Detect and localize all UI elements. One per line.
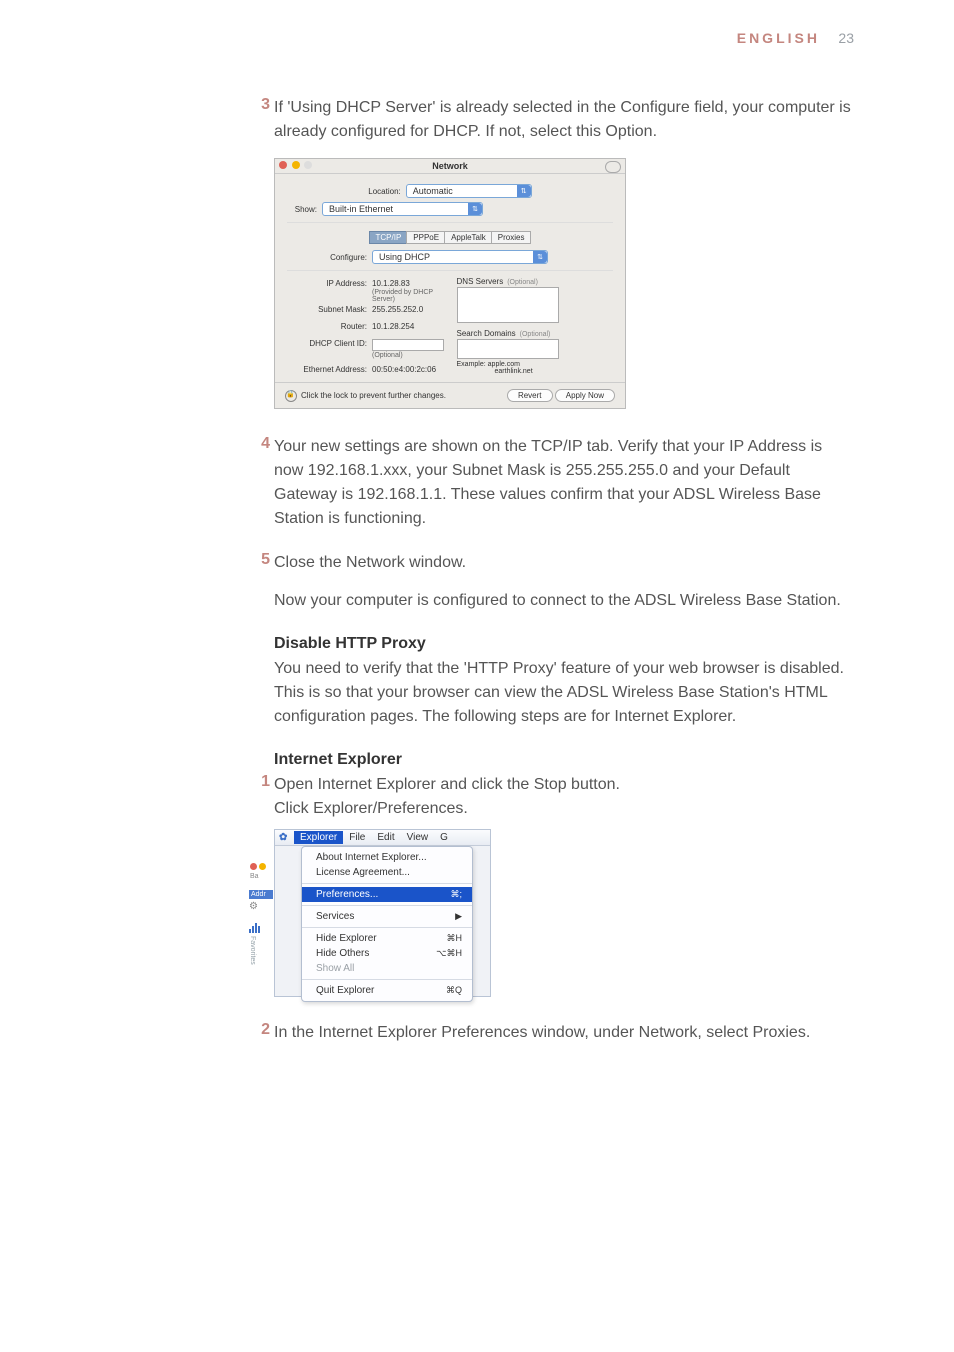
lock-icon[interactable] — [285, 390, 297, 402]
menu-license[interactable]: License Agreement... — [302, 865, 472, 880]
ie-step-2-text: In the Internet Explorer Preferences win… — [274, 1021, 854, 1045]
step-3-number: 3 — [250, 96, 274, 144]
dns-input[interactable] — [457, 287, 559, 323]
router-value: 10.1.28.254 — [372, 322, 414, 331]
proxy-body: You need to verify that the 'HTTP Proxy'… — [274, 657, 854, 729]
chevron-updown-icon — [517, 185, 531, 197]
revert-button[interactable]: Revert — [507, 389, 553, 402]
explorer-menu-screenshot: ✿ Explorer File Edit View G Ba Addr ⚙ — [274, 829, 491, 997]
ethernet-label: Ethernet Address: — [287, 365, 372, 374]
apply-now-button[interactable]: Apply Now — [555, 389, 615, 402]
menu-show-all: Show All — [302, 961, 472, 976]
menu-hide-explorer[interactable]: Hide Explorer⌘H — [302, 931, 472, 946]
menu-file[interactable]: File — [343, 831, 371, 844]
zoom-icon[interactable] — [304, 161, 312, 169]
router-label: Router: — [287, 322, 372, 331]
dns-optional: (Optional) — [507, 279, 538, 286]
page-number: 23 — [838, 30, 854, 46]
menu-preferences[interactable]: Preferences...⌘; — [302, 887, 472, 902]
ie-step-1-number: 1 — [250, 773, 274, 821]
menu-hide-others[interactable]: Hide Others⌥⌘H — [302, 946, 472, 961]
chevron-updown-icon — [533, 251, 547, 263]
menu-about[interactable]: About Internet Explorer... — [302, 850, 472, 865]
bars-icon — [249, 922, 263, 932]
minimize-icon[interactable] — [259, 863, 266, 870]
ip-note: (Provided by DHCP Server) — [372, 289, 457, 303]
close-icon[interactable] — [279, 161, 287, 169]
ie-step-1-line2: Click Explorer/Preferences. — [274, 797, 854, 821]
menu-quit[interactable]: Quit Explorer⌘Q — [302, 983, 472, 998]
back-tab: Ba — [250, 873, 273, 880]
menu-view[interactable]: View — [401, 831, 435, 844]
proxy-title: Disable HTTP Proxy — [274, 635, 854, 653]
step-5-number: 5 — [250, 551, 274, 575]
tab-tcpip[interactable]: TCP/IP — [369, 231, 409, 244]
tab-pppoe[interactable]: PPPoE — [406, 231, 446, 244]
window-titlebar: Network — [275, 159, 625, 174]
lock-text: Click the lock to prevent further change… — [301, 391, 446, 400]
window-title: Network — [432, 161, 468, 171]
ie-step-1-line1: Open Internet Explorer and click the Sto… — [274, 773, 854, 797]
ip-label: IP Address: — [287, 279, 372, 288]
configure-select[interactable]: Using DHCP — [372, 250, 548, 264]
step-5-text: Close the Network window. — [274, 551, 854, 575]
gear-icon[interactable]: ⚙ — [249, 901, 258, 912]
show-select[interactable]: Built-in Ethernet — [322, 202, 483, 216]
example-value-1: apple.com — [488, 361, 520, 368]
ethernet-value: 00:50:e4:00:2c:06 — [372, 365, 436, 374]
domains-input[interactable] — [457, 339, 559, 359]
toolbar-toggle-icon[interactable] — [605, 161, 621, 173]
chevron-right-icon: ▶ — [455, 911, 462, 922]
tab-appletalk[interactable]: AppleTalk — [444, 231, 493, 244]
dhcp-client-input[interactable] — [372, 339, 444, 351]
menu-services[interactable]: Services▶ — [302, 909, 472, 924]
chevron-updown-icon — [468, 203, 482, 215]
ip-value: 10.1.28.83 — [372, 279, 410, 288]
step-5-followup: Now your computer is configured to conne… — [274, 589, 854, 613]
step-4-number: 4 — [250, 435, 274, 531]
menu-explorer[interactable]: Explorer — [294, 831, 343, 844]
example-value-2: earthlink.net — [495, 368, 533, 375]
language-label: ENGLISH — [737, 30, 820, 46]
step-4-text: Your new settings are shown on the TCP/I… — [274, 435, 854, 531]
step-3-text: If 'Using DHCP Server' is already select… — [274, 96, 854, 144]
show-label: Show: — [287, 205, 322, 214]
network-window: Network Location: Automatic Show: Built-… — [274, 158, 626, 409]
menu-g[interactable]: G — [434, 831, 454, 844]
apple-logo-icon[interactable]: ✿ — [279, 832, 290, 843]
example-label: Example: — [457, 361, 486, 368]
menu-edit[interactable]: Edit — [371, 831, 400, 844]
subnet-label: Subnet Mask: — [287, 305, 372, 314]
location-select[interactable]: Automatic — [406, 184, 532, 198]
ie-step-2-number: 2 — [250, 1021, 274, 1045]
dhcp-client-label: DHCP Client ID: — [287, 339, 372, 351]
address-tab[interactable]: Addr — [249, 890, 273, 899]
domains-optional: (Optional) — [520, 331, 551, 338]
tab-proxies[interactable]: Proxies — [491, 231, 532, 244]
dns-label: DNS Servers — [457, 277, 504, 286]
explorer-dropdown: About Internet Explorer... License Agree… — [301, 846, 473, 1002]
location-label: Location: — [368, 187, 405, 196]
domains-label: Search Domains — [457, 329, 516, 338]
minimize-icon[interactable] — [292, 161, 300, 169]
favorites-tab[interactable]: Favorites — [249, 936, 256, 965]
tabs: TCP/IPPPPoEAppleTalkProxies — [287, 231, 613, 244]
dhcp-note: (Optional) — [372, 352, 457, 359]
close-icon[interactable] — [250, 863, 257, 870]
ie-title: Internet Explorer — [274, 751, 854, 769]
subnet-value: 255.255.252.0 — [372, 305, 423, 314]
configure-label: Configure: — [287, 253, 372, 262]
